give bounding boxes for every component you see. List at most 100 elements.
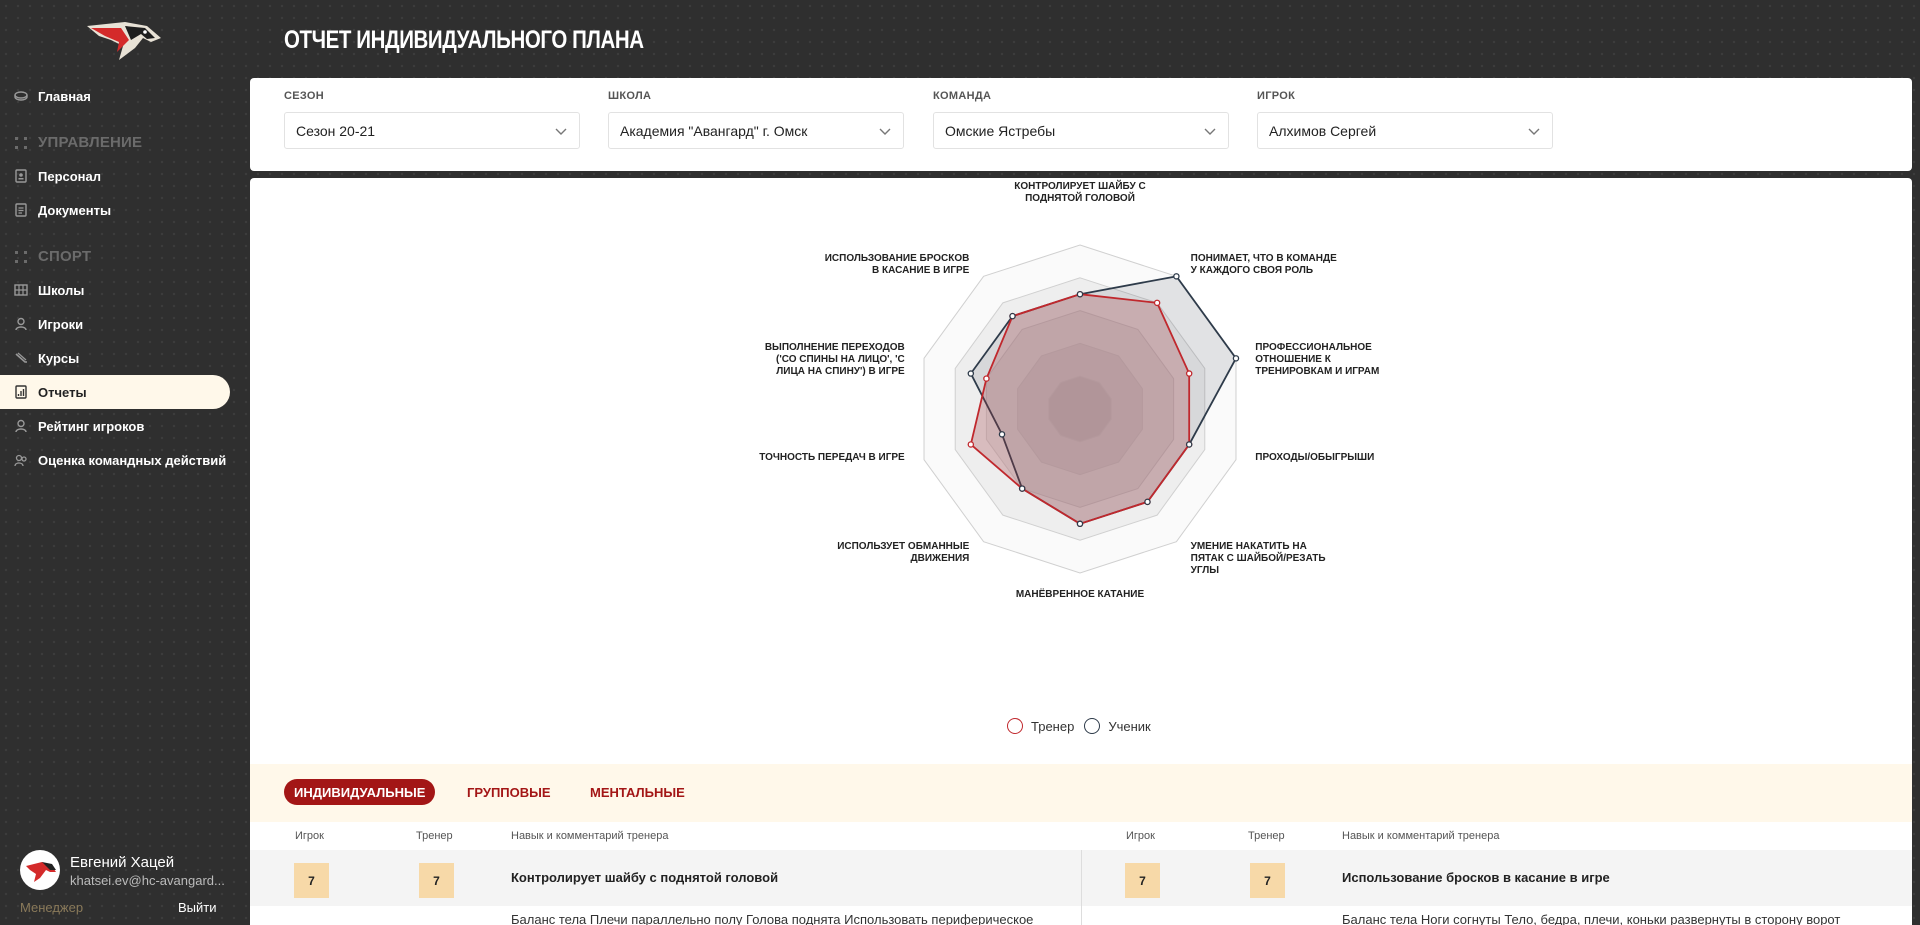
logout-link[interactable]: Выйти xyxy=(178,900,217,915)
sidebar-item-rating[interactable]: Рейтинг игроков xyxy=(0,409,230,443)
school-select[interactable]: Академия "Авангард" г. Омск xyxy=(608,112,904,149)
team-icon xyxy=(14,453,28,467)
radar-point xyxy=(998,431,1006,438)
chevron-down-icon xyxy=(1528,128,1540,135)
tab-individual[interactable]: ИНДИВИДУАЛЬНЫЕ xyxy=(284,779,436,805)
sidebar-item-schools[interactable]: Школы xyxy=(0,273,230,307)
filter-label: КОМАНДА xyxy=(933,90,992,102)
section-management: УПРАВЛЕНИЕ xyxy=(14,134,142,151)
sidebar-item-label: Курсы xyxy=(38,350,80,366)
report-card: КОНТРОЛИРУЕТ ШАЙБУ С ПОДНЯТОЙ ГОЛОВОЙ ПОН… xyxy=(250,178,1912,925)
radar-point xyxy=(983,375,990,382)
column-skill: Навык и комментарий тренера xyxy=(511,830,669,842)
radar-axis-label: ПРОФЕССИОНАЛЬНОЕ ОТНОШЕНИЕ К ТРЕНИРОВКАМ… xyxy=(1255,341,1380,377)
chevron-down-icon xyxy=(555,128,567,135)
sidebar-item-team-evaluation[interactable]: Оценка командных действий xyxy=(0,443,230,477)
sidebar-item-label: Школы xyxy=(38,282,85,298)
sidebar-item-staff[interactable]: Персонал xyxy=(0,159,230,193)
filter-label: ИГРОК xyxy=(1257,90,1296,102)
column-coach: Тренер xyxy=(416,830,453,842)
hawk-logo-icon[interactable] xyxy=(85,18,163,62)
tab-group[interactable]: ГРУППОВЫЕ xyxy=(457,779,561,805)
page-title: ОТЧЕТ ИНДИВИДУАЛЬНОГО ПЛАНА xyxy=(284,26,644,54)
legend-item-student[interactable]: Ученик xyxy=(1084,718,1151,734)
select-value: Омские Ястребы xyxy=(945,122,1056,139)
chevron-down-icon xyxy=(1204,128,1216,135)
radar-axis-label: ИСПОЛЬЗУЕТ ОБМАННЫЕ ДВИЖЕНИЯ xyxy=(837,541,970,564)
radar-axis-label: ПОНИМАЕТ, ЧТО В КОМАНДЕ У КАЖДОГО СВОЯ Р… xyxy=(1190,252,1337,276)
radar-axis-label: КОНТРОЛИРУЕТ ШАЙБУ С ПОДНЯТОЙ ГОЛОВОЙ xyxy=(1014,181,1146,204)
skill-name: Контролирует шайбу с поднятой головой xyxy=(511,870,779,885)
building-icon xyxy=(14,283,28,297)
radar-point xyxy=(967,370,975,377)
sidebar-item-label: Рейтинг игроков xyxy=(38,418,145,434)
radar-axis-label: ВЫПОЛНЕНИЕ ПЕРЕХОДОВ ('СО СПИНЫ НА ЛИЦО'… xyxy=(764,341,905,377)
sidebar: Главная УПРАВЛЕНИЕ Персонал Документы СП… xyxy=(0,0,240,925)
sidebar-item-players[interactable]: Игроки xyxy=(0,307,230,341)
stick-icon xyxy=(14,351,28,365)
filter-school: ШКОЛА Академия "Авангард" г. Омск xyxy=(608,90,904,149)
dots-icon xyxy=(14,250,28,264)
report-icon xyxy=(14,385,28,399)
document-icon xyxy=(14,203,28,217)
coach-score: 7 xyxy=(1250,863,1285,898)
filters-panel: СЕЗОН Сезон 20-21 ШКОЛА Академия "Аванга… xyxy=(250,78,1912,171)
radar-point xyxy=(1173,273,1180,280)
radar-axis-label: МАНЁВРЕННОЕ КАТАНИЕ xyxy=(1015,589,1145,600)
legend-label: Тренер xyxy=(1031,718,1075,734)
legend-marker xyxy=(1084,718,1101,734)
sidebar-item-label: Игроки xyxy=(38,316,84,332)
user-email: khatsei.ev@hc-avangard... xyxy=(70,873,225,888)
user-name: Евгений Хацей xyxy=(70,854,175,871)
legend-item-coach[interactable]: Тренер xyxy=(1007,718,1074,734)
column-skill: Навык и комментарий тренера xyxy=(1342,830,1500,842)
team-select[interactable]: Омские Ястребы xyxy=(933,112,1229,149)
skill-tabs: ИНДИВИДУАЛЬНЫЕ ГРУППОВЫЕ МЕНТАЛЬНЫЕ xyxy=(250,764,1912,822)
radar-point xyxy=(1144,498,1151,506)
sidebar-item-label: Персонал xyxy=(38,168,102,184)
column-divider xyxy=(1081,850,1082,925)
badge-icon xyxy=(14,169,28,183)
table-header: Игрок Тренер Навык и комментарий тренера… xyxy=(250,822,1912,850)
radar-axis-label: ПРОХОДЫ/ОБЫГРЫШИ xyxy=(1255,452,1375,463)
sidebar-item-label: Главная xyxy=(38,88,91,104)
disc-icon xyxy=(14,89,28,103)
player-score: 7 xyxy=(294,863,329,898)
filter-label: ШКОЛА xyxy=(608,90,652,102)
radar-point xyxy=(1076,290,1084,298)
column-coach: Тренер xyxy=(1248,830,1285,842)
radar-point xyxy=(1185,441,1193,448)
column-player: Игрок xyxy=(295,830,324,842)
legend-label: Ученик xyxy=(1108,718,1151,734)
radar-point xyxy=(1009,312,1016,320)
radar-point xyxy=(1185,370,1193,377)
hawk-avatar-icon xyxy=(26,862,56,882)
radar-point xyxy=(1232,355,1240,362)
skill-name: Использование бросков в касание в игре xyxy=(1342,870,1610,885)
skill-comment: Баланс тела Ноги согнуты Тело, бедра, пл… xyxy=(1342,912,1841,925)
sidebar-item-courses[interactable]: Курсы xyxy=(0,341,230,375)
user-role: Менеджер xyxy=(20,900,84,915)
season-select[interactable]: Сезон 20-21 xyxy=(284,112,580,149)
coach-score: 7 xyxy=(419,863,454,898)
radar-point xyxy=(1018,485,1026,492)
radar-chart: КОНТРОЛИРУЕТ ШАЙБУ С ПОДНЯТОЙ ГОЛОВОЙ ПОН… xyxy=(730,178,1430,688)
sidebar-item-documents[interactable]: Документы xyxy=(0,193,230,227)
radar-point xyxy=(967,441,975,448)
section-sport: СПОРТ xyxy=(14,248,91,265)
sidebar-item-reports[interactable]: Отчеты xyxy=(0,375,230,409)
radar-axis-label: ИСПОЛЬЗОВАНИЕ БРОСКОВ В КАСАНИЕ В ИГРЕ xyxy=(824,252,970,276)
chevron-down-icon xyxy=(879,128,891,135)
radar-axis-label: УМЕНИЕ НАКАТИТЬ НА ПЯТАК С ШАЙБОЙ/РЕЗАТЬ… xyxy=(1190,541,1326,576)
sidebar-item-label: Отчеты xyxy=(38,384,87,400)
radar-point xyxy=(1076,520,1084,528)
avatar[interactable] xyxy=(20,850,60,890)
skill-comment: Баланс тела Плечи параллельно полу Голов… xyxy=(511,912,1034,925)
player-select[interactable]: Алхимов Сергей xyxy=(1257,112,1553,149)
select-value: Сезон 20-21 xyxy=(296,122,376,139)
tab-mental[interactable]: МЕНТАЛЬНЫЕ xyxy=(580,779,695,805)
rating-icon xyxy=(14,419,28,433)
filter-team: КОМАНДА Омские Ястребы xyxy=(933,90,1229,149)
sidebar-item-home[interactable]: Главная xyxy=(0,79,230,113)
filter-label: СЕЗОН xyxy=(284,90,325,102)
